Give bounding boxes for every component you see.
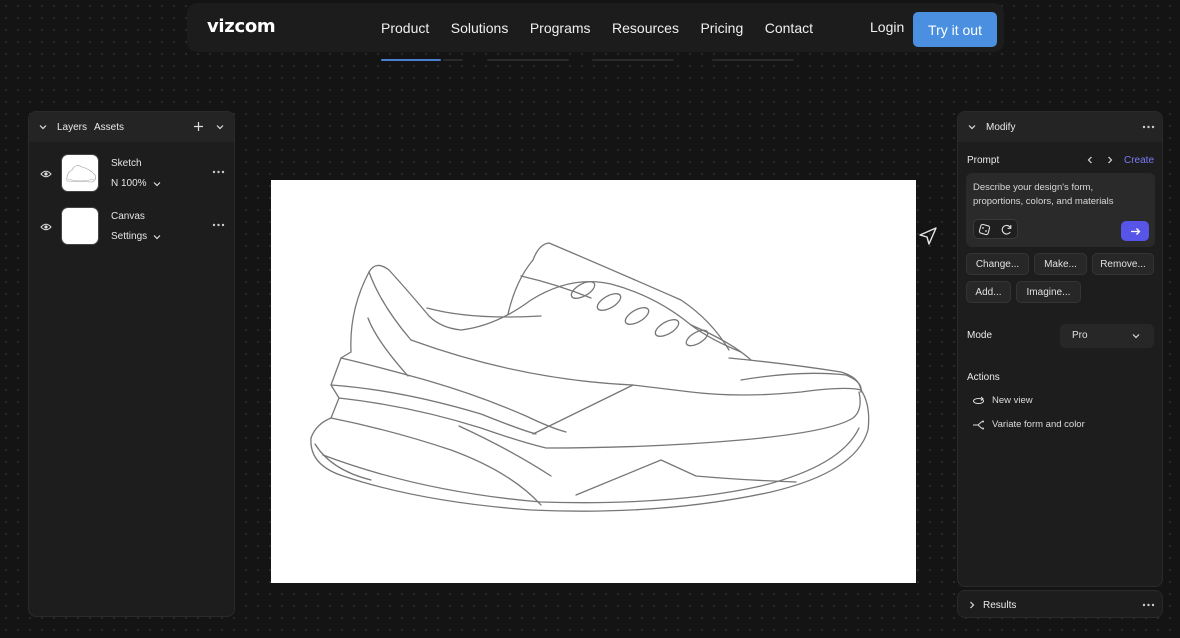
nav-link-programs[interactable]: Programs <box>530 20 591 36</box>
chevron-down-icon[interactable] <box>968 123 976 131</box>
results-label: Results <box>983 600 1017 611</box>
mode-select[interactable]: Pro <box>1060 324 1154 348</box>
nav-links: Product Solutions Programs Resources Pri… <box>381 3 835 52</box>
chevron-left-icon[interactable] <box>1087 156 1093 164</box>
sketch-thumbnail <box>61 154 99 192</box>
tab-indicator <box>712 59 794 61</box>
mode-value: Pro <box>1072 330 1088 341</box>
tab-assets[interactable]: Assets <box>94 122 124 133</box>
prompt-input[interactable]: Describe your design's form, proportions… <box>966 173 1155 247</box>
layer-name: Sketch <box>111 158 142 169</box>
refresh-icon[interactable] <box>1000 223 1013 236</box>
more-options-icon[interactable] <box>212 223 225 227</box>
layer-settings-label: Settings <box>111 231 148 242</box>
action-label: Variate form and color <box>992 419 1085 430</box>
action-variate[interactable]: Variate form and color <box>972 419 1085 430</box>
submit-prompt-button[interactable] <box>1121 221 1149 241</box>
drawing-canvas[interactable] <box>271 180 916 583</box>
more-options-icon[interactable] <box>1142 603 1155 607</box>
layers-panel: Layers Assets Sketch N 100% Canvas Setti… <box>28 111 235 617</box>
tab-layers[interactable]: Layers <box>57 122 87 133</box>
chevron-down-icon[interactable] <box>39 123 47 131</box>
prompt-tools <box>973 219 1018 239</box>
create-link[interactable]: Create <box>1124 155 1154 166</box>
prompt-label: Prompt <box>967 155 1000 166</box>
chevron-down-icon[interactable] <box>216 123 224 131</box>
tab-indicator <box>592 59 674 61</box>
tab-indicator <box>487 59 569 61</box>
vizcom-logo[interactable]: vizcom <box>207 16 276 37</box>
layer-item-canvas[interactable]: Canvas Settings <box>29 207 236 251</box>
chip-remove[interactable]: Remove... <box>1092 253 1154 275</box>
mode-label: Mode <box>967 330 993 341</box>
chevron-down-icon <box>153 234 161 239</box>
try-it-out-button[interactable]: Try it out <box>913 12 997 47</box>
top-nav: vizcom Product Solutions Programs Resour… <box>187 3 1004 52</box>
layer-blend-value: N 100% <box>111 178 147 189</box>
chip-make[interactable]: Make... <box>1034 253 1087 275</box>
canvas-thumbnail <box>61 207 99 245</box>
shoe-sketch <box>310 242 870 512</box>
panel-title: Modify <box>986 122 1016 133</box>
login-link[interactable]: Login <box>870 19 904 35</box>
chip-imagine[interactable]: Imagine... <box>1016 281 1081 303</box>
layers-panel-header: Layers Assets <box>29 112 234 142</box>
tab-indicator-active <box>381 59 441 61</box>
action-new-view[interactable]: New view <box>972 395 1033 406</box>
action-label: New view <box>992 395 1033 406</box>
nav-link-resources[interactable]: Resources <box>612 20 679 36</box>
chevron-down-icon <box>153 181 161 186</box>
navigation-cursor-icon[interactable] <box>918 226 938 246</box>
layer-name: Canvas <box>111 211 145 222</box>
blend-opacity-dropdown[interactable]: N 100% <box>111 178 161 189</box>
modify-panel: Modify Prompt Create Describe your desig… <box>957 111 1163 587</box>
canvas-settings-dropdown[interactable]: Settings <box>111 231 161 242</box>
more-options-icon[interactable] <box>1142 125 1155 129</box>
chevron-right-icon[interactable] <box>969 601 975 609</box>
chevron-right-icon[interactable] <box>1107 156 1113 164</box>
dice-icon[interactable] <box>978 223 991 236</box>
eye-icon[interactable] <box>40 223 52 231</box>
results-panel[interactable]: Results <box>957 590 1163 618</box>
arrow-right-icon <box>1130 227 1140 235</box>
modify-panel-header: Modify <box>958 112 1162 142</box>
actions-label: Actions <box>967 372 1000 383</box>
layer-item-sketch[interactable]: Sketch N 100% <box>29 154 236 198</box>
chip-change[interactable]: Change... <box>966 253 1029 275</box>
nav-link-contact[interactable]: Contact <box>765 20 813 36</box>
new-view-icon <box>973 396 984 404</box>
nav-link-solutions[interactable]: Solutions <box>451 20 509 36</box>
eye-icon[interactable] <box>40 170 52 178</box>
chevron-down-icon <box>1132 334 1140 339</box>
nav-link-product[interactable]: Product <box>381 20 429 36</box>
nav-link-pricing[interactable]: Pricing <box>700 20 743 36</box>
more-options-icon[interactable] <box>212 170 225 174</box>
plus-icon[interactable] <box>193 121 204 132</box>
chip-add[interactable]: Add... <box>966 281 1011 303</box>
tab-indicator <box>443 59 463 61</box>
branch-icon <box>973 420 984 429</box>
prompt-placeholder: Describe your design's form, proportions… <box>973 182 1114 207</box>
